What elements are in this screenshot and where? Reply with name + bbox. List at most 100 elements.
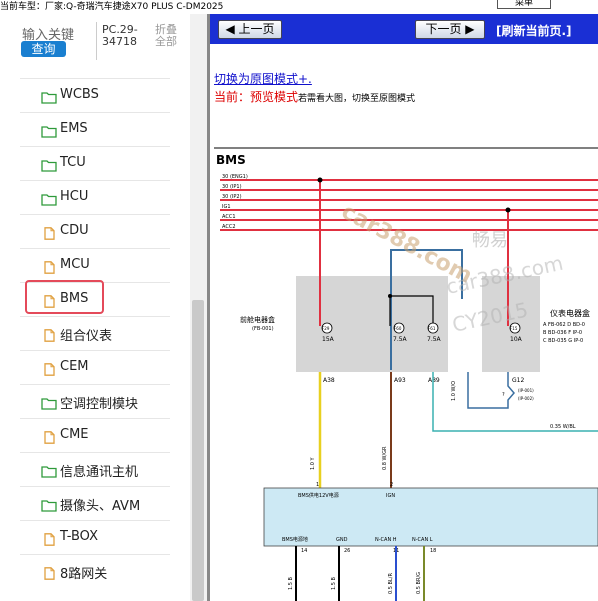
divider <box>96 22 97 60</box>
module-pin-name: N-CAN L <box>412 537 433 543</box>
pin-label: G12 <box>512 377 524 384</box>
sidebar-item-label: T-BOX <box>60 529 98 544</box>
nav-toolbar: ◀ 上一页 下一页 ▶ [刷新当前页.] <box>210 14 598 44</box>
svg-text:F61: F61 <box>428 326 436 331</box>
sidebar-item[interactable]: MCU <box>20 248 170 282</box>
svg-text:F29: F29 <box>322 326 330 331</box>
front-fuse-box-code: (FB-001) <box>252 326 274 332</box>
left-panel: 输入关键 查询 PC.29-34718 折叠全部 WCBS EMS TCU HCU CD… <box>0 14 207 601</box>
folder-icon <box>41 157 57 172</box>
sidebar-item[interactable]: HCU <box>20 180 170 214</box>
module-pin-number: 1 <box>316 482 319 488</box>
power-line-label: 30 (IP1) <box>222 184 242 190</box>
wire-label: 1.5 B <box>331 576 337 590</box>
next-page-button[interactable]: 下一页 ▶ <box>415 20 485 39</box>
sidebar-item[interactable]: WCBS <box>20 78 170 112</box>
wire-label: 0.5 BR/G <box>416 572 422 594</box>
folder-icon <box>41 123 57 138</box>
pin-label: A89 <box>428 377 440 384</box>
sidebar-item-label: WCBS <box>60 87 99 102</box>
sidebar-item-label: 组合仪表 <box>60 329 113 344</box>
sidebar-item-label: EMS <box>60 121 88 136</box>
sidebar-item-label: CEM <box>60 359 89 374</box>
svg-text:10A: 10A <box>510 336 523 343</box>
current-mode-hint: 若需看大图，切换至原图模式 <box>298 94 416 104</box>
sidebar-item-label: CDU <box>60 223 89 238</box>
next-arrow-icon: ▶ <box>465 22 475 36</box>
module-pin-number: 14 <box>301 548 307 554</box>
sidebar-item[interactable]: TCU <box>20 146 170 180</box>
pin-label: A38 <box>323 377 335 384</box>
prev-page-button[interactable]: ◀ 上一页 <box>218 20 282 39</box>
sidebar-item-label: HCU <box>60 189 89 204</box>
menu-button[interactable]: 菜单 <box>497 0 551 9</box>
prev-page-label: 上一页 <box>238 22 275 36</box>
sidebar-scrollbar-thumb[interactable] <box>192 300 204 601</box>
refresh-link[interactable]: [刷新当前页.] <box>496 22 572 39</box>
sidebar-item[interactable]: 组合仪表 <box>20 316 170 350</box>
svg-text:15A: 15A <box>322 336 335 343</box>
sidebar-item[interactable]: CEM <box>20 350 170 384</box>
front-fuse-box-label: 前舱电器盒 <box>240 315 275 324</box>
sidebar-item-label: 信息通讯主机 <box>60 465 139 480</box>
wire-label: 1.0 Y <box>310 456 316 470</box>
ip-fuse-box-line: B BD-036 F IP-0 <box>543 330 582 336</box>
document-icon <box>41 259 57 274</box>
ip-fuse-box-line: A FB-062 D BD-0 <box>543 322 585 328</box>
wiring-diagram[interactable]: BMS 30 (ENG1) 30 (IP1) 30 (IP2) IG1 ACC1… <box>210 118 598 601</box>
document-icon <box>41 225 57 240</box>
document-icon <box>41 327 57 342</box>
wire-label: 1.0 W/O <box>451 381 457 401</box>
sidebar-item[interactable]: CME <box>20 418 170 452</box>
fold-all-button[interactable]: 折叠全部 <box>155 24 185 48</box>
module-pin-name: BMS电源地 <box>282 536 308 543</box>
ip-fuse-box-line: C BD-035 G IP-0 <box>543 338 583 344</box>
document-icon <box>41 361 57 376</box>
ip-fuse-box-label: 仪表电器盒 <box>550 308 590 318</box>
power-line-label: 30 (ENG1) <box>222 174 248 180</box>
diagram-panel: ◀ 上一页 下一页 ▶ [刷新当前页.] 切换为原图模式+. 当前：预览模式若需… <box>207 14 598 601</box>
svg-text:?: ? <box>502 392 505 398</box>
part-code: PC.29-34718 <box>102 23 138 48</box>
power-line-label: IG1 <box>222 204 231 210</box>
svg-text:7.5A: 7.5A <box>393 336 408 343</box>
sidebar-item[interactable]: 信息通讯主机 <box>20 452 170 486</box>
svg-text:F15: F15 <box>510 326 518 331</box>
next-page-label: 下一页 <box>425 22 462 36</box>
selection-highlight <box>25 280 104 314</box>
sidebar-item[interactable]: 8路网关 <box>20 554 170 588</box>
power-line-label: ACC1 <box>222 214 236 220</box>
power-lines: 30 (ENG1) 30 (IP1) 30 (IP2) IG1 ACC1 ACC… <box>220 174 598 231</box>
folder-icon <box>41 395 57 410</box>
folder-icon <box>41 463 57 478</box>
prev-arrow-icon: ◀ <box>225 22 235 36</box>
folder-icon <box>41 89 57 104</box>
module-pin-name: GND <box>336 537 348 543</box>
switch-original-mode-link[interactable]: 切换为原图模式+. <box>214 70 312 87</box>
sidebar-item-label: 8路网关 <box>60 567 108 582</box>
sidebar-item-label: CME <box>60 427 89 442</box>
power-line-label: 30 (IP2) <box>222 194 242 200</box>
svg-text:7.5A: 7.5A <box>427 336 442 343</box>
diagram-title: BMS <box>216 153 246 167</box>
sidebar-item[interactable]: EMS <box>20 112 170 146</box>
module-label: BMS供电12V电源 <box>298 492 339 499</box>
sidebar-item[interactable]: T-BOX <box>20 520 170 554</box>
module-pin-name: N-CAN H <box>375 537 397 543</box>
power-line-label: ACC2 <box>222 224 236 230</box>
folder-icon <box>41 497 57 512</box>
sidebar-item[interactable]: 空调控制模块 <box>20 384 170 418</box>
wire-label: 0.8 W/GR <box>382 446 388 470</box>
folder-icon <box>41 191 57 206</box>
sidebar-item[interactable]: 摄像头、AVM <box>20 486 170 520</box>
module-label: IGN <box>386 493 395 499</box>
document-icon <box>41 565 57 580</box>
current-mode-label: 当前：预览模式 <box>214 90 299 104</box>
query-button[interactable]: 查询 <box>21 41 66 57</box>
module-pin-number: 2 <box>390 482 393 488</box>
ip-fuse-box-code: (IP-002) <box>518 396 534 401</box>
module-pin-number: 26 <box>344 548 350 554</box>
front-fuse-box <box>296 276 448 372</box>
ip-fuse-box-code: (IP-001) <box>518 388 534 393</box>
sidebar-item[interactable]: CDU <box>20 214 170 248</box>
